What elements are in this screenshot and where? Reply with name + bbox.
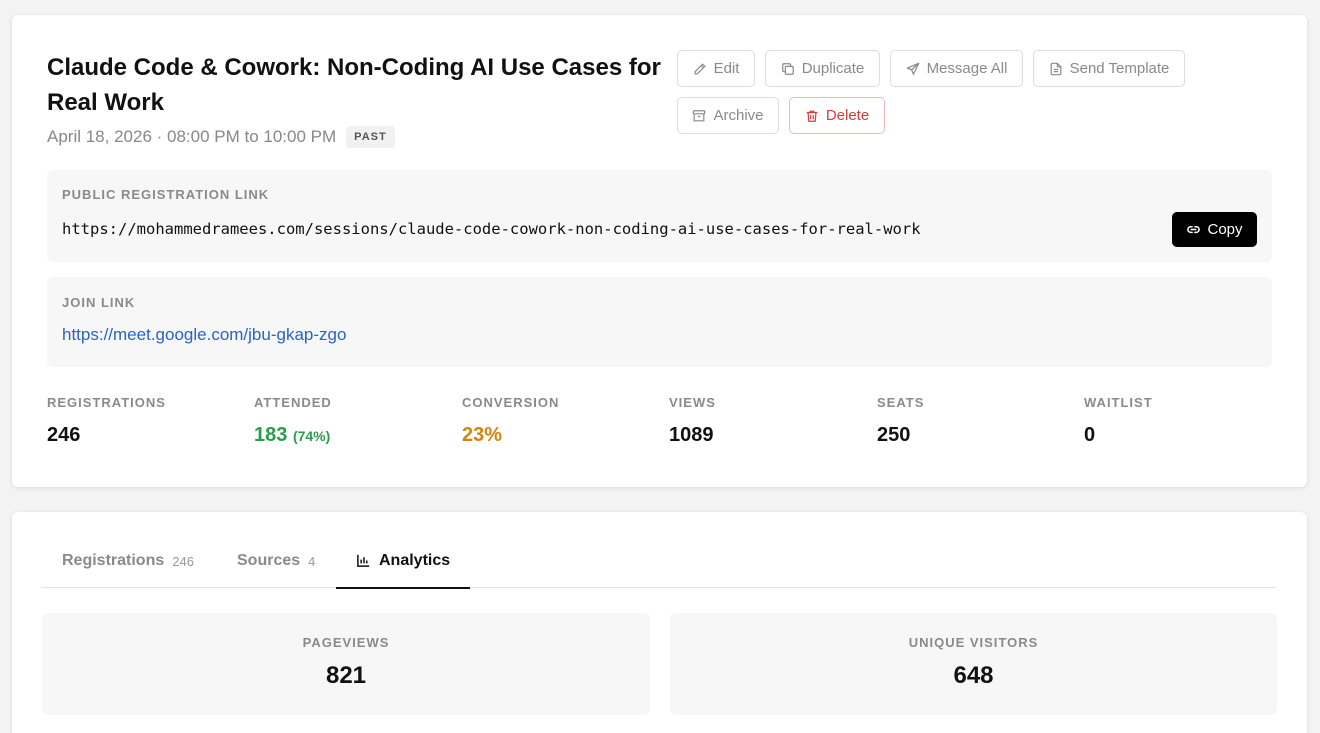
- registration-link-box: PUBLIC REGISTRATION LINK https://mohamme…: [47, 170, 1272, 262]
- send-template-button[interactable]: Send Template: [1033, 50, 1185, 87]
- join-link-box: JOIN LINK https://meet.google.com/jbu-gk…: [47, 277, 1272, 367]
- file-icon: [1050, 62, 1062, 75]
- bar-chart-icon: [357, 554, 370, 567]
- session-details-card: Claude Code & Cowork: Non-Coding AI Use …: [12, 15, 1307, 487]
- duplicate-label: Duplicate: [801, 60, 865, 77]
- pageviews-card: PAGEVIEWS 821: [42, 613, 650, 715]
- archive-icon: [693, 109, 706, 121]
- send-template-label: Send Template: [1069, 60, 1170, 77]
- metric-label: PAGEVIEWS: [302, 635, 390, 650]
- duplicate-button[interactable]: Duplicate: [765, 50, 880, 87]
- copy-label: Copy: [1207, 221, 1243, 238]
- message-all-button[interactable]: Message All: [890, 50, 1023, 87]
- attended-count: 183: [254, 424, 288, 446]
- stat-value: 246: [47, 424, 81, 446]
- status-badge: PAST: [346, 126, 395, 148]
- tab-label: Analytics: [379, 551, 451, 569]
- stat-label: ATTENDED: [254, 395, 332, 410]
- copy-link-button[interactable]: Copy: [1172, 212, 1257, 247]
- registration-link-url[interactable]: https://mohammedramees.com/sessions/clau…: [62, 220, 921, 238]
- archive-label: Archive: [713, 107, 764, 124]
- session-tabs-card: Registrations 246 Sources 4 Analytics PA…: [12, 512, 1307, 733]
- stat-label: SEATS: [877, 395, 925, 410]
- tab-bar: Registrations 246 Sources 4 Analytics: [41, 534, 1277, 589]
- edit-label: Edit: [713, 60, 740, 77]
- stat-conversion: CONVERSION 23%: [462, 395, 559, 447]
- tab-count: 246: [172, 553, 194, 569]
- tab-label: Registrations: [62, 552, 165, 569]
- session-title: Claude Code & Cowork: Non-Coding AI Use …: [47, 54, 661, 116]
- stat-label: REGISTRATIONS: [47, 395, 166, 410]
- join-link-label: JOIN LINK: [62, 295, 136, 310]
- tab-label: Sources: [237, 552, 301, 569]
- join-link-url[interactable]: https://meet.google.com/jbu-gkap-zgo: [62, 325, 346, 345]
- delete-label: Delete: [825, 107, 870, 124]
- stat-value: 250: [877, 424, 911, 446]
- pencil-icon: [694, 62, 706, 74]
- tab-sources[interactable]: Sources 4: [237, 534, 315, 588]
- link-icon: [1187, 225, 1201, 234]
- registration-link-label: PUBLIC REGISTRATION LINK: [62, 187, 270, 202]
- stat-views: VIEWS 1089: [669, 395, 716, 447]
- send-icon: [906, 62, 919, 75]
- stat-value: 183 (74%): [254, 424, 332, 447]
- stat-label: VIEWS: [669, 395, 716, 410]
- metric-value: 648: [953, 662, 994, 689]
- tab-analytics[interactable]: Analytics: [336, 534, 471, 589]
- stat-registrations: REGISTRATIONS 246: [47, 395, 166, 447]
- stat-seats: SEATS 250: [877, 395, 924, 447]
- attended-percent: (74%): [292, 428, 331, 444]
- trash-icon: [806, 110, 818, 122]
- metric-value: 821: [325, 662, 367, 689]
- archive-button[interactable]: Archive: [677, 97, 779, 134]
- stat-label: WAITLIST: [1084, 395, 1153, 410]
- stat-waitlist: WAITLIST 0: [1084, 395, 1153, 447]
- tab-count: 4: [308, 553, 316, 569]
- session-date-row: April 18, 2026 · 08:00 PM to 10:00 PM PA…: [47, 125, 395, 149]
- stat-value: 1089: [669, 424, 714, 446]
- stat-value: 0: [1084, 424, 1096, 446]
- session-date: April 18, 2026 · 08:00 PM to 10:00 PM: [47, 127, 337, 146]
- duplicate-icon: [781, 62, 794, 75]
- unique-visitors-card: UNIQUE VISITORS 648: [670, 613, 1277, 715]
- stat-value: 23%: [462, 424, 503, 446]
- message-all-label: Message All: [926, 60, 1008, 77]
- stat-attended: ATTENDED 183 (74%): [254, 395, 332, 447]
- edit-button[interactable]: Edit: [677, 50, 755, 87]
- stat-label: CONVERSION: [462, 395, 560, 410]
- delete-button[interactable]: Delete: [789, 97, 885, 134]
- tab-registrations[interactable]: Registrations 246: [62, 534, 194, 588]
- metric-label: UNIQUE VISITORS: [908, 635, 1039, 650]
